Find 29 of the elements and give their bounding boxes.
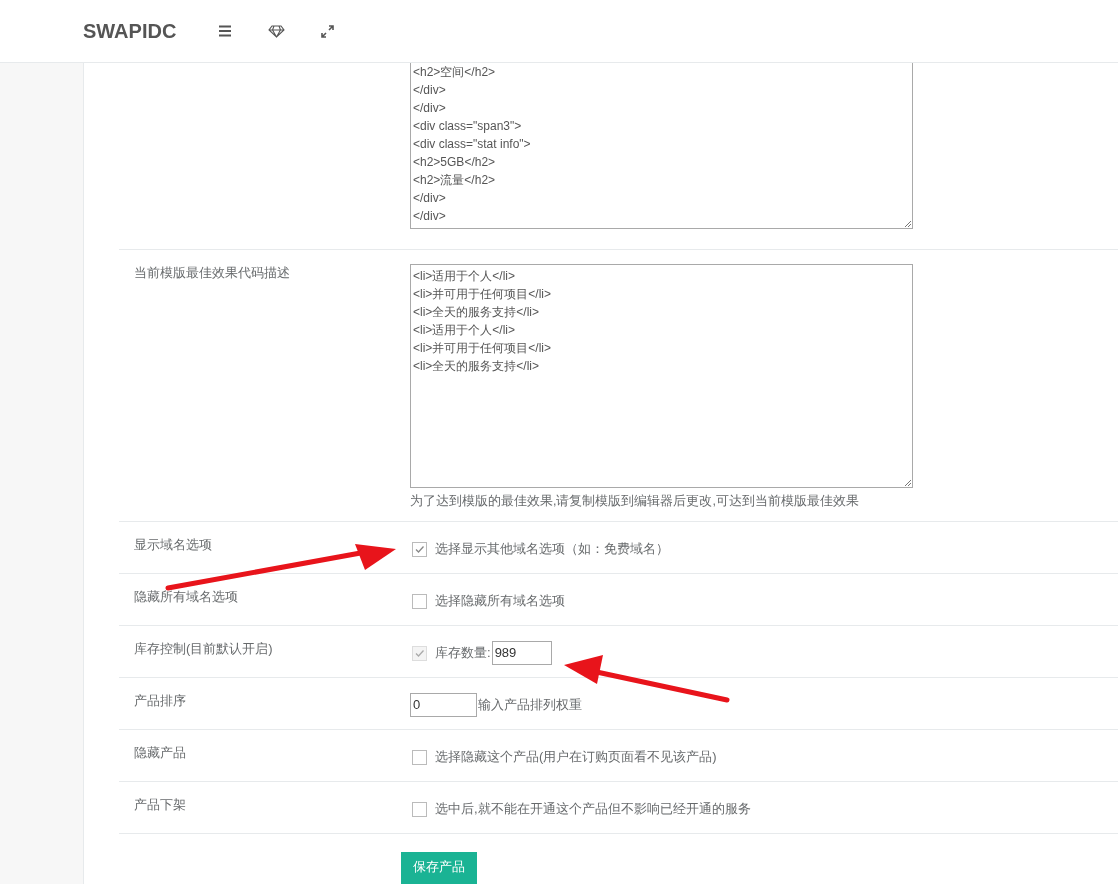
check-icon — [414, 543, 425, 555]
code-textarea[interactable]: <h2>空间</h2> </div> </div> <div class="span3"> <div class="stat info"> <h2>5GB</h2> <h2>流量</h2> </div> </div> — [410, 63, 913, 229]
field-label: 隐藏产品 — [134, 745, 186, 760]
sort-input[interactable]: 0 — [410, 693, 477, 717]
check-icon — [414, 647, 425, 659]
checkbox-label: 选择显示其他域名选项（如：免费域名） — [435, 540, 669, 558]
resize-grip-icon[interactable] — [904, 220, 911, 227]
checkbox[interactable] — [412, 593, 427, 609]
input-hint: 输入产品排列权重 — [478, 696, 582, 714]
help-text: 为了达到模版的最佳效果,请复制模版到编辑器后更改,可达到当前模版最佳效果 — [410, 493, 860, 510]
checkbox[interactable] — [412, 749, 427, 765]
field-label: 产品排序 — [134, 693, 186, 708]
brand-logo[interactable]: SWAPIDC — [83, 19, 177, 43]
field-label: 产品下架 — [134, 797, 186, 812]
resize-grip-icon[interactable] — [904, 479, 911, 486]
field-label: 隐藏所有域名选项 — [134, 589, 238, 604]
field-label: 库存控制(目前默认开启) — [134, 641, 273, 656]
checkbox-label: 选择隐藏所有域名选项 — [435, 592, 565, 610]
diamond-icon[interactable] — [268, 24, 286, 38]
code-textarea[interactable]: <li>适用于个人</li> <li>并可用于任何项目</li> <li>全天的服务支持</li> <li>适用于个人</li> <li>并可用于任何项目</li> <li>全天的服务支持</li> — [410, 264, 913, 488]
checkbox[interactable] — [412, 541, 427, 557]
expand-icon[interactable] — [321, 24, 335, 38]
field-label: 当前模版最佳效果代码描述 — [134, 265, 290, 280]
checkbox-label: 选择隐藏这个产品(用户在订购页面看不见该产品) — [435, 748, 717, 766]
checkbox-label: 库存数量: — [435, 644, 491, 662]
field-label: 显示域名选项 — [134, 537, 212, 552]
checkbox[interactable] — [412, 801, 427, 817]
checkbox-label: 选中后,就不能在开通这个产品但不影响已经开通的服务 — [435, 800, 751, 818]
menu-icon[interactable] — [218, 25, 233, 37]
